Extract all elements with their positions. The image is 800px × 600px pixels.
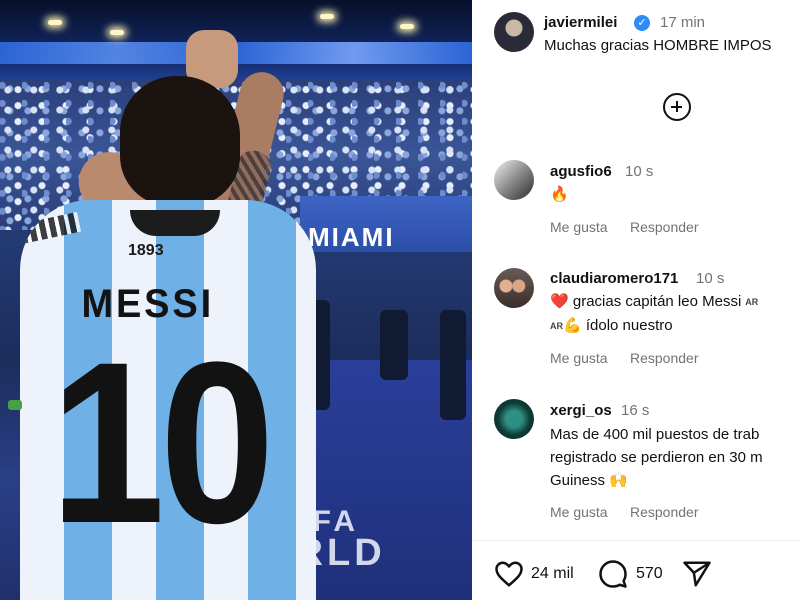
comment-text-line: AR💪 ídolo nuestro [550,315,673,337]
comment-username[interactable]: claudiaromero171 [550,270,678,287]
comment-time: 10 s [696,270,725,287]
likes-count: 24 mil [531,565,574,582]
comment-avatar[interactable] [494,160,534,200]
reply-comment-button[interactable]: Responder [630,504,699,520]
comment-text: Mas de 400 mil puestos de trab [550,426,760,443]
stadium-lamp [48,20,62,25]
comments-count: 570 [636,565,663,582]
stadium-lamp [320,14,334,19]
jersey-collar [130,210,220,236]
player-head [120,76,240,206]
post-author-username[interactable]: javiermilei [544,14,617,31]
comment-text: registrado se perdieron en 30 m [550,449,763,466]
stadium-lamp [110,30,124,35]
background-person [440,310,466,420]
verified-badge-icon: ✓ [634,15,650,31]
comment-avatar[interactable] [494,268,534,308]
comment-avatar[interactable] [494,399,534,439]
comment-username[interactable]: xergi_os [550,402,612,419]
banner-text: MIAMI [308,222,395,252]
stadium-lamp [400,24,414,29]
comment-time: 10 s [625,163,654,180]
post-photo[interactable]: MIAMI FIFA ORLD 1893 MESSI 10 [0,0,472,600]
reply-comment-button[interactable]: Responder [630,219,699,235]
share-send-icon[interactable] [682,560,712,588]
load-more-comments-icon[interactable] [663,93,691,121]
reply-comment-button[interactable]: Responder [630,350,699,366]
comment-text: ídolo nuestro [585,317,673,334]
jersey-crest: 1893 [128,242,164,259]
jersey-number: 10 [50,314,275,571]
argentina-flag-icon: AR [550,321,563,332]
like-comment-button[interactable]: Me gusta [550,350,608,366]
post-author-avatar[interactable] [494,12,534,52]
muscle-emoji: 💪 [563,317,582,334]
comment-text: 🔥 [550,186,569,203]
comments-panel[interactable]: javiermilei ✓ 17 min Muchas gracias HOMB… [472,0,800,600]
post-caption: Muchas gracias HOMBRE IMPOS [544,37,772,54]
comment-username[interactable]: agusfio6 [550,163,612,180]
argentina-flag-icon: AR [745,297,759,308]
actions-divider [472,540,800,541]
comment-text: gracias capitán leo Messi [572,293,742,310]
player-jersey: 1893 MESSI 10 [20,200,316,600]
like-heart-icon[interactable] [494,560,524,588]
comment-text: Guiness 🙌 [550,472,628,489]
comment-time: 16 s [621,402,650,419]
background-person [380,310,408,380]
wristband [8,400,22,410]
heart-emoji: ❤️ [550,293,569,310]
like-comment-button[interactable]: Me gusta [550,504,608,520]
post-time: 17 min [660,14,706,31]
comment-text-line: ❤️ gracias capitán leo Messi AR [550,291,758,313]
comment-bubble-icon[interactable] [598,559,628,589]
like-comment-button[interactable]: Me gusta [550,219,608,235]
